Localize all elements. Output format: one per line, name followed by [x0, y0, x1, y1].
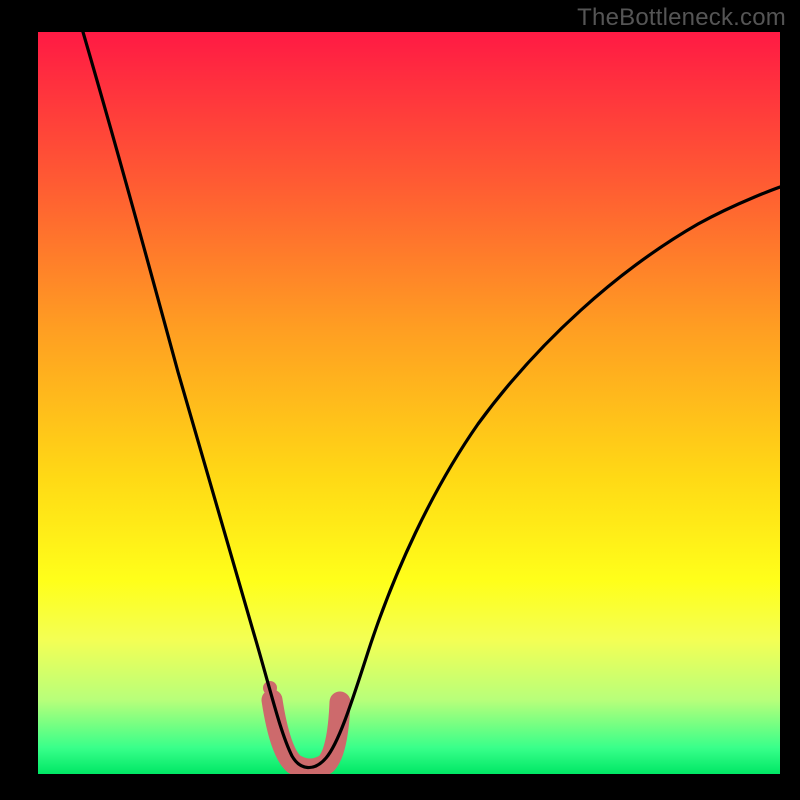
- plot-area: [38, 32, 780, 774]
- chart-canvas: [38, 32, 780, 774]
- watermark-text: TheBottleneck.com: [577, 4, 786, 32]
- chart-frame: TheBottleneck.com: [0, 0, 800, 800]
- gradient-background: [38, 32, 780, 774]
